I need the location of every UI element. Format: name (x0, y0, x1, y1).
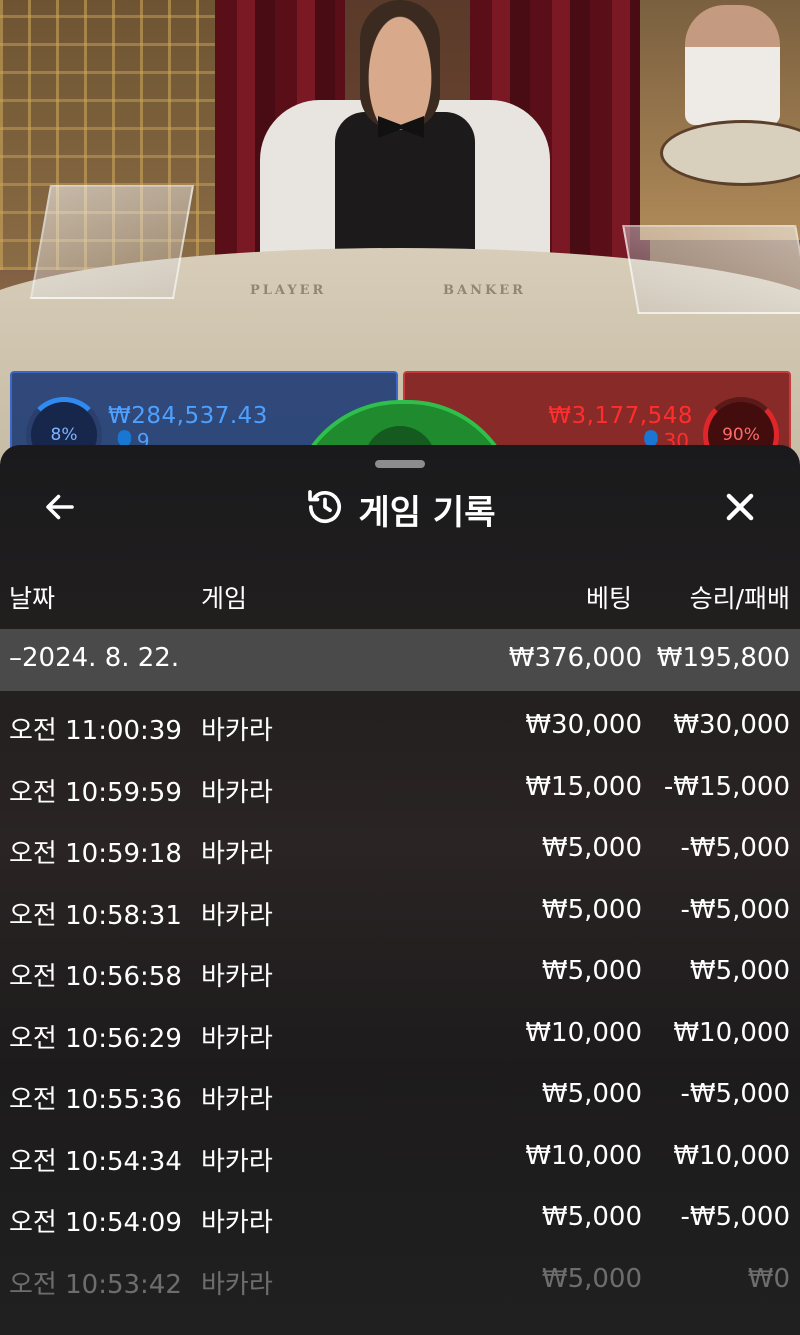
row-time: 오전 10:54:09 (9, 1208, 182, 1238)
history-row[interactable]: 오전 10:59:59 바카라 ₩15,000 -₩15,000 (0, 758, 800, 819)
row-result: ₩5,000 (689, 956, 790, 986)
sheet-drag-handle[interactable] (375, 460, 425, 468)
sheet-header: 게임 기록 (0, 485, 800, 533)
row-result: ₩10,000 (673, 1141, 790, 1171)
arrow-left-icon (42, 489, 78, 529)
banker-percent: 90% (722, 425, 760, 445)
row-game: 바카라 (201, 716, 273, 746)
row-time: 오전 10:56:58 (9, 962, 182, 992)
row-game: 바카라 (201, 1147, 273, 1177)
row-time: 오전 11:00:39 (9, 716, 182, 746)
row-game: 바카라 (201, 1270, 273, 1300)
history-row[interactable]: 오전 10:53:42 바카라 ₩5,000 ₩0 (0, 1250, 800, 1311)
row-bet: ₩5,000 (541, 1079, 642, 1109)
day-bet-total: ₩376,000 (508, 643, 642, 673)
player-percent: 8% (50, 425, 78, 445)
day-summary-row[interactable]: –2024. 8. 22. ₩376,000 ₩195,800 (0, 629, 800, 691)
row-bet: ₩10,000 (525, 1141, 642, 1171)
dealer-vest (335, 112, 475, 262)
row-game: 바카라 (201, 901, 273, 931)
row-bet: ₩30,000 (525, 710, 642, 740)
row-game: 바카라 (201, 778, 273, 808)
row-game: 바카라 (201, 1208, 273, 1238)
card-shoe (29, 185, 195, 299)
row-time: 오전 10:58:31 (9, 901, 182, 931)
history-row[interactable]: 오전 10:54:09 바카라 ₩5,000 -₩5,000 (0, 1188, 800, 1249)
banker-bet-amount: ₩3,177,548 (548, 403, 693, 429)
row-result: -₩5,000 (680, 833, 790, 863)
row-time: 오전 10:53:42 (9, 1270, 182, 1300)
history-row[interactable]: 오전 11:00:39 바카라 ₩30,000 ₩30,000 (0, 696, 800, 757)
history-row[interactable]: 오전 10:56:58 바카라 ₩5,000 ₩5,000 (0, 942, 800, 1003)
card-discard-tray (622, 225, 800, 314)
history-row[interactable]: 오전 10:54:34 바카라 ₩10,000 ₩10,000 (0, 1127, 800, 1188)
row-game: 바카라 (201, 1085, 273, 1115)
close-icon (721, 488, 759, 530)
row-game: 바카라 (201, 962, 273, 992)
row-bet: ₩10,000 (525, 1018, 642, 1048)
row-time: 오전 10:59:59 (9, 778, 182, 808)
table-label-banker: BANKER (443, 283, 526, 298)
row-result: -₩15,000 (663, 772, 790, 802)
day-result-total: ₩195,800 (656, 643, 790, 673)
column-header-date: 날짜 (9, 584, 56, 613)
row-bet: ₩5,000 (541, 833, 642, 863)
history-row[interactable]: 오전 10:55:36 바카라 ₩5,000 -₩5,000 (0, 1065, 800, 1126)
table-label-player: PLAYER (250, 283, 327, 298)
row-game: 바카라 (201, 839, 273, 869)
column-header-game: 게임 (201, 584, 248, 613)
column-header-result: 승리/패배 (689, 584, 790, 613)
player-bet-amount: ₩284,537.43 (108, 403, 268, 429)
row-time: 오전 10:55:36 (9, 1085, 182, 1115)
row-result: ₩10,000 (673, 1018, 790, 1048)
sheet-title: 게임 기록 (358, 492, 496, 533)
history-row[interactable]: 오전 10:58:31 바카라 ₩5,000 -₩5,000 (0, 881, 800, 942)
row-result: ₩0 (747, 1264, 790, 1294)
row-result: ₩30,000 (673, 710, 790, 740)
row-bet: ₩5,000 (541, 1264, 642, 1294)
game-history-sheet: 게임 기록 날짜 게임 베팅 승리/패배 –2024. 8. 22. ₩376,… (0, 445, 800, 1335)
row-bet: ₩5,000 (541, 956, 642, 986)
dealer-head (360, 0, 440, 130)
close-button[interactable] (716, 485, 764, 533)
column-header-bet: 베팅 (585, 584, 632, 613)
row-bet: ₩15,000 (525, 772, 642, 802)
row-time: 오전 10:59:18 (9, 839, 182, 869)
history-icon (305, 487, 345, 531)
row-game: 바카라 (201, 1024, 273, 1054)
day-date: –2024. 8. 22. (9, 643, 180, 673)
back-button[interactable] (36, 485, 84, 533)
row-time: 오전 10:56:29 (9, 1024, 182, 1054)
history-row[interactable]: 오전 10:56:29 바카라 ₩10,000 ₩10,000 (0, 1004, 800, 1065)
history-row[interactable]: 오전 10:59:18 바카라 ₩5,000 -₩5,000 (0, 819, 800, 880)
row-result: -₩5,000 (680, 1202, 790, 1232)
background-dealer (685, 5, 780, 125)
row-result: -₩5,000 (680, 895, 790, 925)
row-bet: ₩5,000 (541, 1202, 642, 1232)
row-bet: ₩5,000 (541, 895, 642, 925)
row-time: 오전 10:54:34 (9, 1147, 182, 1177)
row-result: -₩5,000 (680, 1079, 790, 1109)
